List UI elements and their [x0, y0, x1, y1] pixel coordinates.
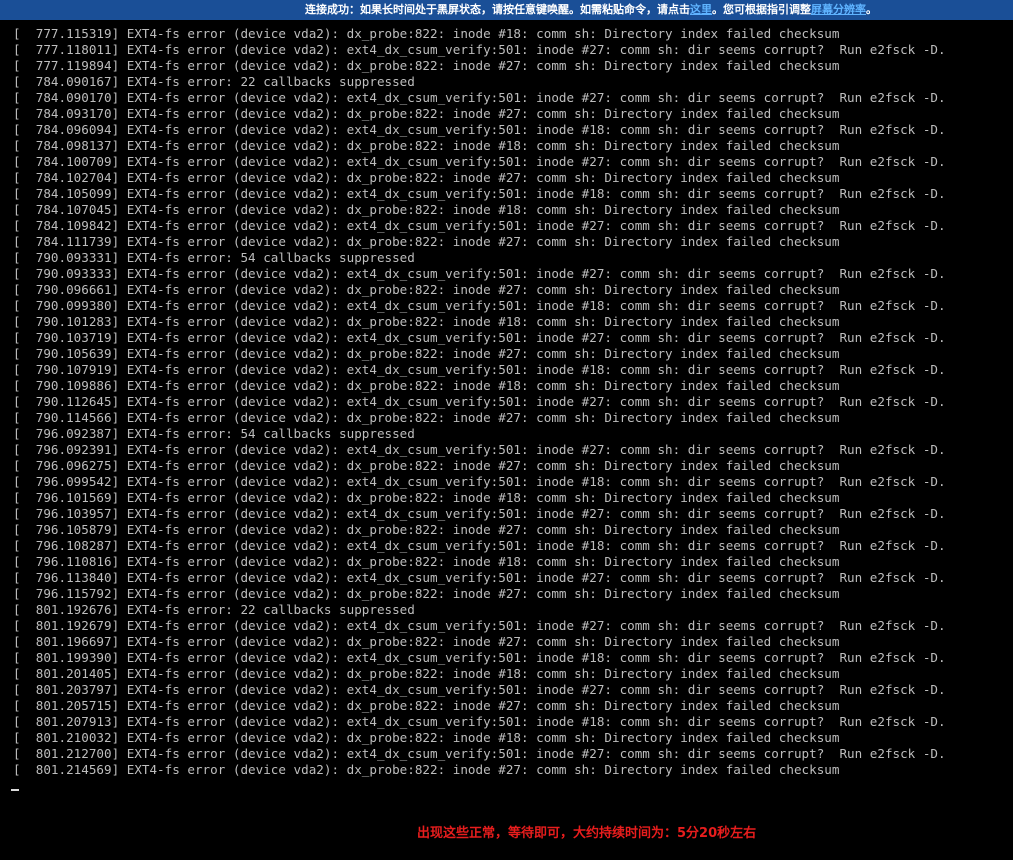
log-line: [ 784.100709] EXT4-fs error (device vda2…: [13, 154, 946, 169]
log-line: [ 796.092387] EXT4-fs error: 54 callback…: [13, 426, 415, 441]
log-line: [ 784.109842] EXT4-fs error (device vda2…: [13, 218, 946, 233]
log-line: [ 790.096661] EXT4-fs error (device vda2…: [13, 282, 840, 297]
screen-resolution-link[interactable]: 屏幕分辨率: [811, 3, 866, 16]
log-line: [ 801.203797] EXT4-fs error (device vda2…: [13, 682, 946, 697]
log-line: [ 784.111739] EXT4-fs error (device vda2…: [13, 234, 840, 249]
log-line: [ 796.105879] EXT4-fs error (device vda2…: [13, 522, 840, 537]
log-line: [ 796.096275] EXT4-fs error (device vda2…: [13, 458, 840, 473]
log-line: [ 777.119894] EXT4-fs error (device vda2…: [13, 58, 840, 73]
log-line: [ 801.196697] EXT4-fs error (device vda2…: [13, 634, 840, 649]
connection-banner: 连接成功：如果长时间处于黑屏状态，请按任意键唤醒。如需粘贴命令，请点击这里。您可…: [0, 0, 1013, 20]
log-line: [ 784.107045] EXT4-fs error (device vda2…: [13, 202, 840, 217]
log-line: [ 801.212700] EXT4-fs error (device vda2…: [13, 746, 946, 761]
log-line: [ 790.105639] EXT4-fs error (device vda2…: [13, 346, 840, 361]
kernel-log: [ 777.115319] EXT4-fs error (device vda2…: [13, 26, 1013, 778]
vnc-console-screen[interactable]: [ 777.115319] EXT4-fs error (device vda2…: [0, 26, 1013, 860]
log-line: [ 784.090170] EXT4-fs error (device vda2…: [13, 90, 946, 105]
console-cursor: [11, 789, 19, 791]
log-line: [ 796.110816] EXT4-fs error (device vda2…: [13, 554, 840, 569]
log-line: [ 796.115792] EXT4-fs error (device vda2…: [13, 586, 840, 601]
log-line: [ 784.093170] EXT4-fs error (device vda2…: [13, 106, 840, 121]
log-line: [ 784.105099] EXT4-fs error (device vda2…: [13, 186, 946, 201]
log-line: [ 801.214569] EXT4-fs error (device vda2…: [13, 762, 840, 777]
log-line: [ 801.205715] EXT4-fs error (device vda2…: [13, 698, 840, 713]
log-line: [ 790.093331] EXT4-fs error: 54 callback…: [13, 250, 415, 265]
log-line: [ 784.096094] EXT4-fs error (device vda2…: [13, 122, 946, 137]
log-line: [ 796.113840] EXT4-fs error (device vda2…: [13, 570, 946, 585]
log-line: [ 790.103719] EXT4-fs error (device vda2…: [13, 330, 946, 345]
log-line: [ 790.112645] EXT4-fs error (device vda2…: [13, 394, 946, 409]
log-line: [ 790.114566] EXT4-fs error (device vda2…: [13, 410, 840, 425]
log-line: [ 801.207913] EXT4-fs error (device vda2…: [13, 714, 946, 729]
log-line: [ 784.098137] EXT4-fs error (device vda2…: [13, 138, 840, 153]
banner-text: 连接成功：如果长时间处于黑屏状态，请按任意键唤醒。如需粘贴命令，请点击: [305, 3, 690, 16]
log-line: [ 801.201405] EXT4-fs error (device vda2…: [13, 666, 840, 681]
log-line: [ 790.101283] EXT4-fs error (device vda2…: [13, 314, 840, 329]
log-line: [ 796.103957] EXT4-fs error (device vda2…: [13, 506, 946, 521]
banner-text-end: 。: [866, 3, 877, 16]
log-line: [ 790.093333] EXT4-fs error (device vda2…: [13, 266, 946, 281]
banner-text-middle: 。您可根据指引调整: [712, 3, 811, 16]
log-line: [ 801.192676] EXT4-fs error: 22 callback…: [13, 602, 415, 617]
log-line: [ 784.102704] EXT4-fs error (device vda2…: [13, 170, 840, 185]
paste-command-link[interactable]: 这里: [690, 3, 712, 16]
log-line: [ 796.092391] EXT4-fs error (device vda2…: [13, 442, 946, 457]
log-line: [ 777.115319] EXT4-fs error (device vda2…: [13, 26, 840, 41]
log-line: [ 801.199390] EXT4-fs error (device vda2…: [13, 650, 946, 665]
red-annotation-note: 出现这些正常，等待即可，大约持续时间为：5分20秒左右: [417, 826, 757, 841]
log-line: [ 796.099542] EXT4-fs error (device vda2…: [13, 474, 946, 489]
log-line: [ 796.101569] EXT4-fs error (device vda2…: [13, 490, 840, 505]
log-line: [ 801.192679] EXT4-fs error (device vda2…: [13, 618, 946, 633]
log-line: [ 790.099380] EXT4-fs error (device vda2…: [13, 298, 946, 313]
log-line: [ 784.090167] EXT4-fs error: 22 callback…: [13, 74, 415, 89]
log-line: [ 790.109886] EXT4-fs error (device vda2…: [13, 378, 840, 393]
log-line: [ 801.210032] EXT4-fs error (device vda2…: [13, 730, 840, 745]
log-line: [ 796.108287] EXT4-fs error (device vda2…: [13, 538, 946, 553]
log-line: [ 777.118011] EXT4-fs error (device vda2…: [13, 42, 946, 57]
log-line: [ 790.107919] EXT4-fs error (device vda2…: [13, 362, 946, 377]
